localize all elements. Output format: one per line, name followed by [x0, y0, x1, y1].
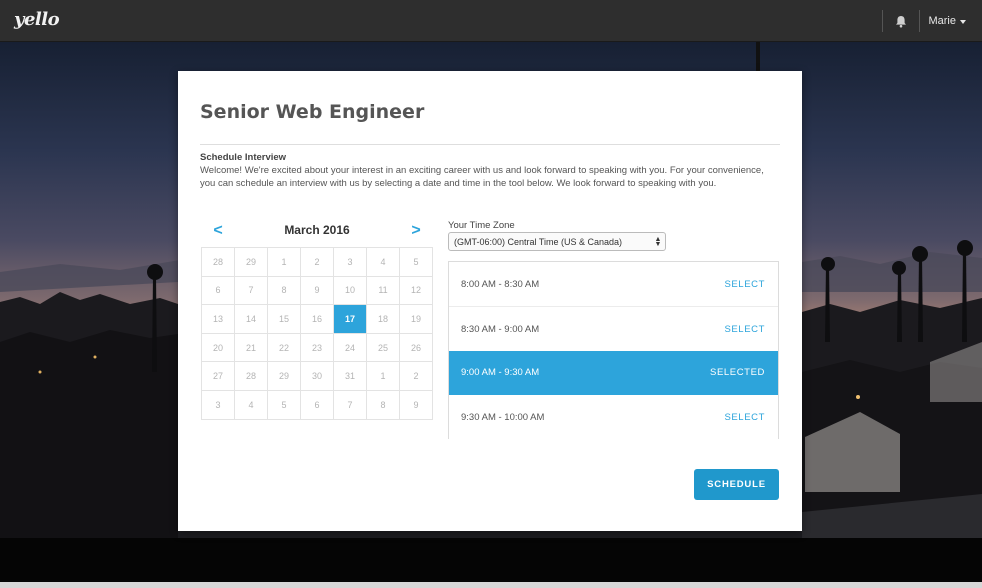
select-slot-button[interactable]: SELECT	[724, 279, 765, 290]
user-menu[interactable]: Marie	[920, 0, 982, 42]
nav-right: Marie	[882, 0, 982, 42]
timezone-select[interactable]: (GMT-06:00) Central Time (US & Canada) ▲…	[448, 232, 666, 251]
select-slot-button[interactable]: SELECT	[724, 412, 765, 423]
title-divider	[200, 144, 780, 145]
calendar-day[interactable]: 5	[400, 248, 433, 277]
calendar-day[interactable]: 13	[202, 305, 235, 334]
calendar-day[interactable]: 3	[334, 248, 367, 277]
bottom-band	[0, 538, 982, 588]
calendar-day[interactable]: 6	[301, 390, 334, 420]
chevron-right-icon[interactable]: >	[406, 221, 426, 241]
calendar-day[interactable]: 19	[400, 305, 433, 334]
calendar-day[interactable]: 2	[400, 362, 433, 391]
calendar-day[interactable]: 26	[400, 333, 433, 363]
time-slot-label: 9:00 AM - 9:30 AM	[461, 367, 540, 379]
calendar-day[interactable]: 17	[334, 305, 367, 334]
calendar-day[interactable]: 25	[367, 333, 400, 363]
time-slot-list: 8:00 AM - 8:30 AM SELECT 8:30 AM - 9:00 AM…	[448, 261, 779, 440]
time-slot[interactable]: 9:30 AM - 10:00 AM SELECT	[449, 395, 778, 440]
calendar-day[interactable]: 8	[268, 276, 301, 306]
top-nav-bar: yello Marie	[0, 0, 982, 42]
select-slot-button[interactable]: SELECT	[724, 324, 765, 335]
calendar-grid: 28 29 1 2 3 4 5 6 7 8 9 10 11 12 13 14 15 16 17 18 19 20 21 22 2…	[201, 247, 433, 420]
yello-logo[interactable]: yello	[14, 9, 60, 30]
intro-text: Welcome! We're excited about your intere…	[200, 165, 764, 189]
calendar-day[interactable]: 7	[334, 390, 367, 420]
calendar-day[interactable]: 9	[400, 390, 433, 420]
calendar-day[interactable]: 18	[367, 305, 400, 334]
calendar-day[interactable]: 7	[235, 276, 268, 306]
calendar-day[interactable]: 28	[235, 362, 268, 391]
calendar-day[interactable]: 28	[202, 248, 235, 277]
schedule-button[interactable]: SCHEDULE	[694, 469, 779, 500]
select-arrows-icon: ▲ ▼	[654, 235, 662, 248]
calendar-header: < March 2016 >	[202, 221, 432, 241]
calendar-day[interactable]: 1	[268, 248, 301, 277]
calendar-day[interactable]: 9	[301, 276, 334, 306]
time-slot-label: 8:00 AM - 8:30 AM	[461, 278, 540, 290]
schedule-interview-modal: Senior Web Engineer Schedule Interview W…	[178, 71, 802, 531]
timezone-label: Your Time Zone	[448, 220, 515, 231]
user-name: Marie	[928, 15, 956, 27]
calendar-day[interactable]: 4	[367, 248, 400, 277]
calendar-day[interactable]: 15	[268, 305, 301, 334]
calendar-day[interactable]: 16	[301, 305, 334, 334]
calendar-day[interactable]: 30	[301, 362, 334, 391]
job-title: Senior Web Engineer	[200, 101, 425, 123]
calendar-day[interactable]: 1	[367, 362, 400, 391]
select-slot-button[interactable]: SELECTED	[710, 367, 765, 378]
calendar-day[interactable]: 29	[235, 248, 268, 277]
calendar-day[interactable]: 24	[334, 333, 367, 363]
timezone-value: (GMT-06:00) Central Time (US & Canada)	[454, 236, 623, 247]
calendar-day[interactable]: 5	[268, 390, 301, 420]
calendar-day[interactable]: 29	[268, 362, 301, 391]
bottom-strip	[0, 582, 982, 588]
calendar-day[interactable]: 27	[202, 362, 235, 391]
calendar-day[interactable]: 12	[400, 276, 433, 306]
calendar-day[interactable]: 20	[202, 333, 235, 363]
time-slot[interactable]: 9:00 AM - 9:30 AM SELECTED	[449, 350, 778, 396]
bell-icon[interactable]	[883, 0, 919, 42]
section-title: Schedule Interview	[200, 152, 287, 163]
calendar-day[interactable]: 6	[202, 276, 235, 306]
calendar-day[interactable]: 22	[268, 333, 301, 363]
time-slot-label: 9:30 AM - 10:00 AM	[461, 411, 545, 423]
calendar-day[interactable]: 2	[301, 248, 334, 277]
calendar-day[interactable]: 31	[334, 362, 367, 391]
chevron-down-icon	[960, 19, 966, 24]
time-slot[interactable]: 8:30 AM - 9:00 AM SELECT	[449, 306, 778, 351]
calendar-month-label: March 2016	[284, 223, 350, 237]
time-slot[interactable]: 8:00 AM - 8:30 AM SELECT	[449, 262, 778, 307]
calendar-day[interactable]: 4	[235, 390, 268, 420]
calendar-day[interactable]: 21	[235, 333, 268, 363]
calendar-day[interactable]: 10	[334, 276, 367, 306]
calendar-day[interactable]: 23	[301, 333, 334, 363]
calendar-day[interactable]: 11	[367, 276, 400, 306]
calendar-day[interactable]: 14	[235, 305, 268, 334]
time-slot-label: 8:30 AM - 9:00 AM	[461, 323, 540, 335]
calendar-day[interactable]: 8	[367, 390, 400, 420]
calendar-day[interactable]: 3	[202, 390, 235, 420]
